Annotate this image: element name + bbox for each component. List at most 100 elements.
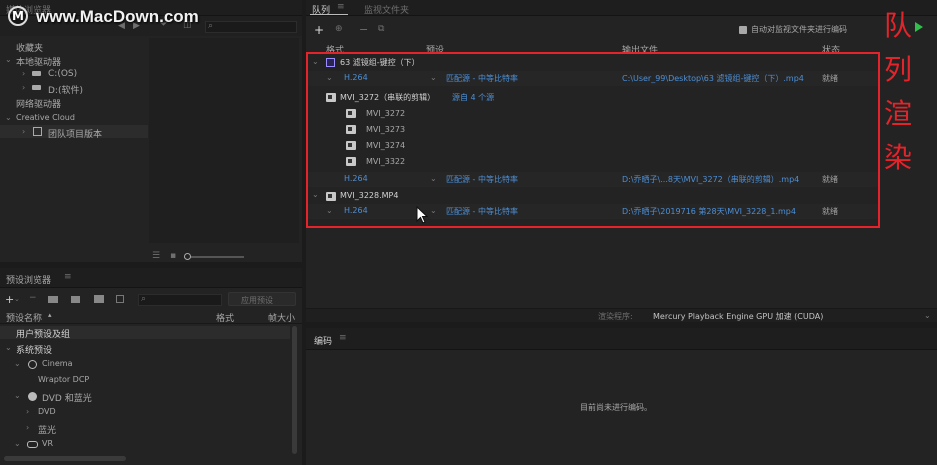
preset-row-cinema[interactable]: ⌄ Cinema xyxy=(0,358,290,371)
chevron-right-icon[interactable]: › xyxy=(22,127,25,136)
renderer-label: 渲染程序: xyxy=(598,312,633,321)
add-icon[interactable]: + xyxy=(5,293,14,306)
preset-vertical-scrollbar[interactable] xyxy=(292,326,297,454)
chevron-down-icon[interactable]: ⌄ xyxy=(5,343,12,352)
settings-icon[interactable] xyxy=(71,296,80,303)
tree-row-drive-c[interactable]: › C:(OS) xyxy=(0,67,148,80)
tree-row-favorites[interactable]: 收藏夹 xyxy=(0,39,148,54)
remove-icon[interactable]: − xyxy=(359,23,368,36)
media-content-pane[interactable] xyxy=(149,38,299,243)
watermark-logo: M xyxy=(8,6,28,26)
preset-label-vr: VR xyxy=(42,439,54,448)
panel-menu-icon[interactable]: ≡ xyxy=(64,272,72,282)
annotation-char: 渲 xyxy=(883,97,912,130)
remove-icon[interactable]: − xyxy=(29,293,37,303)
tree-label-creative-cloud: Creative Cloud xyxy=(16,113,75,122)
preset-label-bluray: 蓝光 xyxy=(38,426,57,436)
list-view-icon[interactable]: ☰ xyxy=(152,251,160,261)
preset-row-wraptor[interactable]: Wraptor DCP xyxy=(0,374,290,387)
tree-row-creative-cloud[interactable]: ⌄ Creative Cloud xyxy=(0,111,148,124)
preset-horizontal-scrollbar[interactable] xyxy=(4,456,126,461)
preset-browser-panel: 预设浏览器 ≡ + ⌄ − ⌕ 应用预设 预设名称 ▴ 格式 帧大小 用户预设及… xyxy=(0,268,302,465)
preset-row-system[interactable]: ⌄ 系统预设 xyxy=(0,342,290,356)
cinema-icon xyxy=(28,360,37,369)
preset-row-user[interactable]: 用户预设及组 xyxy=(0,326,290,340)
chevron-down-icon[interactable]: ⌄ xyxy=(14,295,20,303)
auto-encode-label: 自动对监视文件夹进行编码 xyxy=(751,25,847,34)
tab-watch-folders[interactable]: 监视文件夹 xyxy=(364,3,409,16)
encoding-panel: 编码 ≡ 目前尚未进行编码。 xyxy=(306,328,937,465)
tree-label-team-project: 团队项目版本 xyxy=(48,130,103,140)
col-format[interactable]: 格式 xyxy=(216,311,234,324)
chevron-down-icon[interactable]: ⌄ xyxy=(14,439,21,448)
preset-label-dvd-bluray: DVD 和蓝光 xyxy=(42,394,92,404)
preset-label-dvd: DVD xyxy=(38,407,56,416)
tree-row-drive-d[interactable]: › D:(软件) xyxy=(0,81,148,96)
chevron-down-icon[interactable]: ⌄ xyxy=(5,55,12,64)
media-browser-panel: 媒体浏览器 ◀ ▶ ⏷ ◫ ⌕ 收藏夹 ⌄ 本地驱动器 › C:(OS) › D… xyxy=(0,0,302,262)
preset-row-bluray[interactable]: › 蓝光 xyxy=(0,422,290,436)
add-source-icon[interactable]: + xyxy=(314,23,324,37)
import-icon[interactable] xyxy=(94,295,104,303)
search-icon: ⌕ xyxy=(141,294,147,304)
preset-label-user: 用户预设及组 xyxy=(16,330,71,340)
tree-row-local-drives[interactable]: ⌄ 本地驱动器 xyxy=(0,53,148,68)
export-icon[interactable] xyxy=(116,295,124,303)
renderer-select[interactable]: Mercury Playback Engine GPU 加速 (CUDA) xyxy=(653,311,823,322)
icon-view-icon[interactable]: ▪ xyxy=(170,251,176,261)
encoding-header xyxy=(306,328,937,350)
checkbox-checked-icon[interactable] xyxy=(739,26,747,34)
col-preset-name[interactable]: 预设名称 xyxy=(6,311,42,324)
group-icon[interactable] xyxy=(48,296,58,303)
renderer-bar: 渲染程序: Mercury Playback Engine GPU 加速 (CU… xyxy=(306,308,937,322)
chevron-down-icon[interactable]: ⌄ xyxy=(14,391,21,400)
preset-tree: 用户预设及组 ⌄ 系统预设 ⌄ Cinema Wraptor DCP ⌄ DVD… xyxy=(0,325,290,457)
preset-search-input[interactable] xyxy=(138,294,222,306)
chevron-right-icon[interactable]: › xyxy=(22,83,25,92)
chevron-right-icon[interactable]: › xyxy=(26,407,29,416)
watermark-text: www.MacDown.com xyxy=(36,7,199,26)
zoom-slider[interactable] xyxy=(184,256,244,258)
apply-preset-label: 应用预设 xyxy=(241,296,273,305)
mouse-pointer-icon xyxy=(416,206,428,224)
tree-row-network[interactable]: 网络驱动器 xyxy=(0,95,148,110)
add-output-icon[interactable]: ⊕ xyxy=(335,24,343,34)
apply-preset-button[interactable]: 应用预设 xyxy=(228,292,296,306)
preset-row-dvd-bluray[interactable]: ⌄ DVD 和蓝光 xyxy=(0,390,290,404)
media-tree: 收藏夹 ⌄ 本地驱动器 › C:(OS) › D:(软件) 网络驱动器 ⌄ Cr… xyxy=(0,38,148,253)
preset-column-header: 预设名称 ▴ 格式 帧大小 xyxy=(0,310,302,324)
queue-panel: 队列 ≡ 监视文件夹 + ⊕ − ⧉ 自动对监视文件夹进行编码 格式 预设 输出… xyxy=(306,0,937,322)
preset-row-dvd[interactable]: › DVD xyxy=(0,406,290,419)
queue-highlight-box xyxy=(306,52,880,228)
preset-label-system: 系统预设 xyxy=(16,346,53,356)
duplicate-icon[interactable]: ⧉ xyxy=(378,24,384,34)
preset-row-vr[interactable]: ⌄ VR xyxy=(0,438,290,451)
tree-label-drive-c: C:(OS) xyxy=(48,69,78,79)
watermark: M www.MacDown.com xyxy=(2,2,242,32)
drive-icon xyxy=(32,85,41,90)
drive-icon xyxy=(32,71,41,76)
vr-icon xyxy=(27,441,38,448)
chevron-down-icon[interactable]: ⌄ xyxy=(14,359,21,368)
annotation-char: 队 xyxy=(883,9,912,42)
chevron-right-icon[interactable]: › xyxy=(22,69,25,78)
chevron-down-icon[interactable]: ⌄ xyxy=(924,311,931,320)
annotation-char: 列 xyxy=(883,53,912,86)
disc-icon xyxy=(28,392,37,401)
preset-label-cinema: Cinema xyxy=(42,359,73,368)
annotation-text: 队 列 渲 染 xyxy=(880,4,916,184)
panel-menu-icon[interactable]: ≡ xyxy=(339,333,347,343)
preset-browser-title[interactable]: 预设浏览器 xyxy=(6,273,51,286)
tab-queue-underline xyxy=(310,14,348,15)
tree-label-network: 网络驱动器 xyxy=(16,100,62,110)
panel-menu-icon[interactable]: ≡ xyxy=(337,2,345,12)
chevron-down-icon[interactable]: ⌄ xyxy=(5,113,12,122)
start-queue-icon[interactable] xyxy=(915,22,923,32)
chevron-right-icon[interactable]: › xyxy=(26,423,29,432)
sort-asc-icon[interactable]: ▴ xyxy=(48,311,52,319)
encoding-title[interactable]: 编码 xyxy=(314,334,332,347)
encoding-empty-message: 目前尚未进行编码。 xyxy=(580,403,652,412)
col-frame-size[interactable]: 帧大小 xyxy=(268,311,295,324)
zoom-slider-handle[interactable] xyxy=(184,253,191,260)
tree-row-team-project[interactable]: › 团队项目版本 xyxy=(0,125,148,140)
